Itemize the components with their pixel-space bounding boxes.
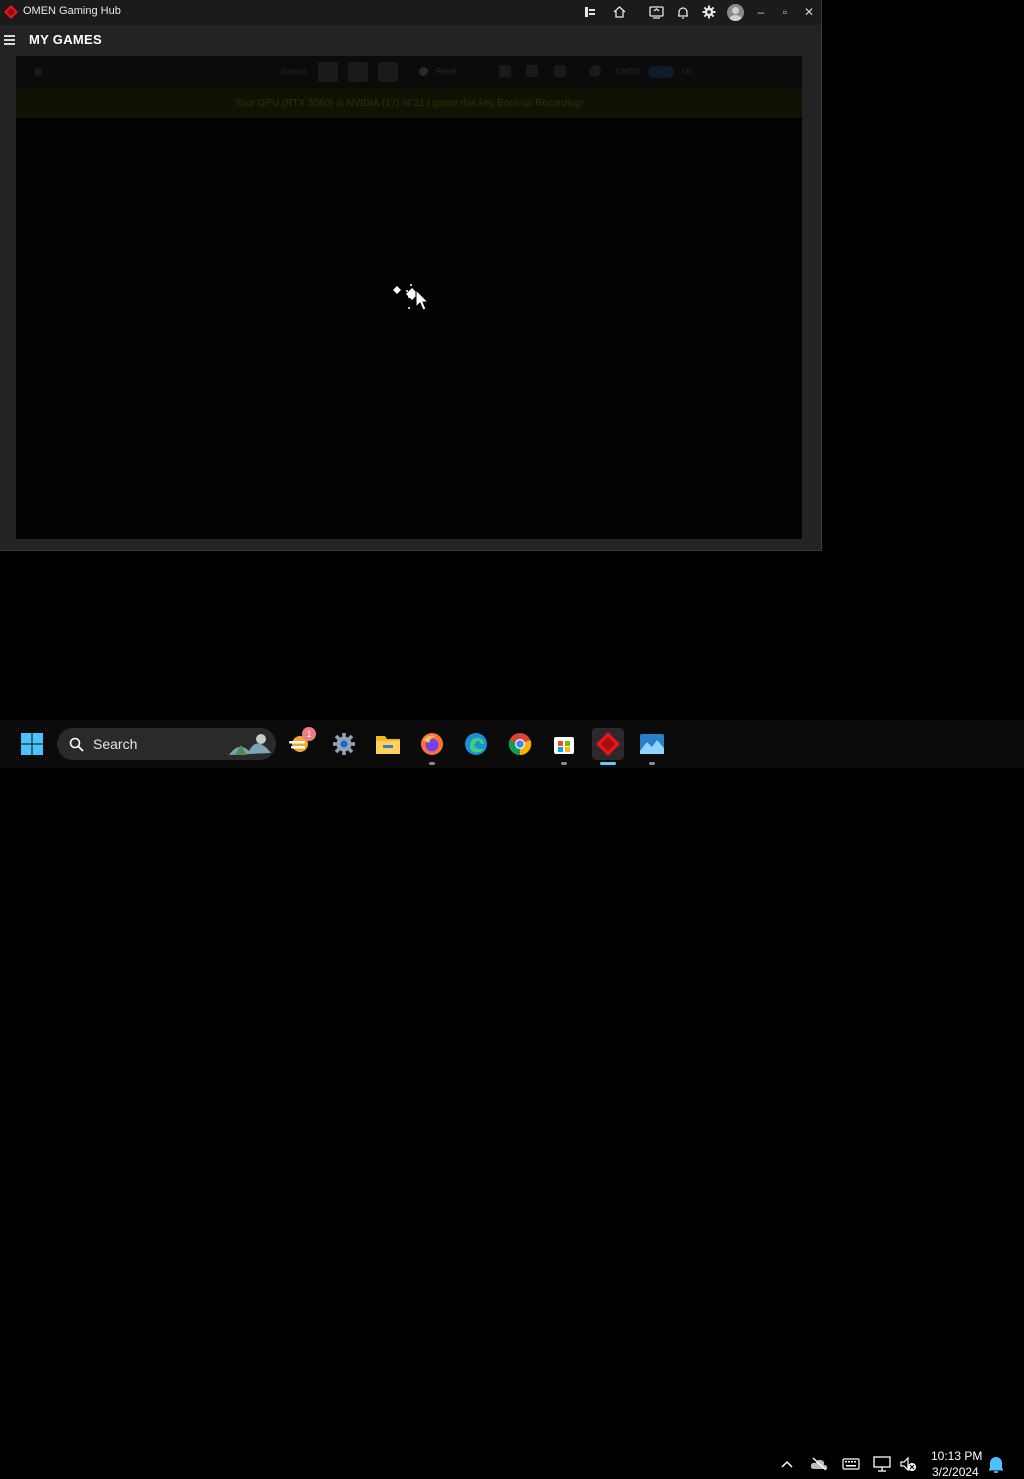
clock-date[interactable]: 3/2/2024 — [932, 1465, 979, 1479]
dim-dot — [419, 67, 428, 76]
edge-icon — [465, 733, 487, 755]
network-icon[interactable] — [872, 1454, 892, 1474]
firefox-icon — [421, 733, 443, 755]
bell-icon[interactable] — [673, 3, 693, 21]
dim-icon-2 — [526, 65, 538, 77]
folder-icon — [376, 736, 400, 754]
page-header: MY GAMES — [0, 25, 821, 55]
dim-icon-3 — [554, 65, 566, 77]
games-content-area: Games Reset OMEN On Your GPU (RTX 3060) … — [16, 56, 802, 539]
home-icon[interactable] — [609, 3, 629, 21]
search-input[interactable]: Search — [57, 728, 276, 760]
firefox-app[interactable] — [416, 728, 448, 765]
running-indicator — [561, 762, 567, 765]
dim-toggle — [648, 66, 674, 78]
dim-search-icon — [34, 68, 42, 76]
rewards-icon[interactable] — [646, 3, 666, 21]
widgets-notification-badge: 1 — [302, 727, 316, 741]
dim-button-3 — [378, 62, 398, 82]
onedrive-offline-icon[interactable] — [809, 1454, 829, 1474]
dim-button-2 — [348, 62, 368, 82]
dim-icon-1 — [499, 65, 511, 77]
dim-icon-4 — [589, 65, 601, 77]
omen-gaming-hub-window: OMEN Gaming Hub – ▫ ✕ MY GAMES Games Res… — [0, 0, 822, 551]
omen-icon — [596, 732, 620, 756]
photos-app[interactable] — [636, 728, 668, 765]
dim-label-omen: OMEN — [616, 67, 640, 76]
photos-icon — [640, 734, 664, 754]
search-placeholder: Search — [93, 736, 138, 752]
running-indicator — [649, 762, 655, 765]
minimize-button[interactable]: – — [750, 3, 772, 21]
dim-label-reset: Reset — [436, 67, 457, 76]
gear-icon[interactable] — [699, 3, 719, 21]
edge-app[interactable] — [460, 728, 492, 760]
avatar[interactable] — [727, 4, 744, 21]
search-icon — [69, 737, 84, 752]
notification-bell-icon[interactable] — [986, 1454, 1006, 1474]
file-explorer-app[interactable] — [372, 728, 404, 760]
notification-banner: Your GPU (RTX 3060) is NVIDIA (17) of 21… — [16, 88, 802, 118]
window-title: OMEN Gaming Hub — [23, 5, 121, 17]
loading-spinner-icon — [393, 284, 430, 311]
omen-logo-icon — [4, 5, 18, 19]
keyboard-icon[interactable] — [841, 1454, 861, 1474]
store-icon — [554, 737, 574, 754]
store-app[interactable] — [548, 728, 580, 765]
chrome-app[interactable] — [504, 728, 536, 760]
title-bar[interactable]: OMEN Gaming Hub – ▫ ✕ — [0, 0, 821, 25]
active-indicator — [600, 762, 616, 765]
close-button[interactable]: ✕ — [798, 3, 820, 21]
windows-logo-icon — [21, 733, 43, 755]
maximize-button[interactable]: ▫ — [774, 3, 796, 21]
volume-muted-icon[interactable] — [898, 1454, 918, 1474]
search-highlight-icon — [229, 734, 271, 755]
banner-text: Your GPU (RTX 3060) is NVIDIA (17) of 21… — [234, 97, 584, 109]
show-hidden-icons-chevron-icon[interactable] — [777, 1454, 797, 1474]
taskbar: Search 10:13 PM 3/2/2024 — [0, 720, 1024, 1479]
page-title: MY GAMES — [29, 32, 102, 47]
dim-label-games: Games — [281, 67, 307, 76]
hamburger-menu-icon[interactable] — [4, 35, 15, 45]
running-indicator — [429, 762, 435, 765]
clock-time[interactable]: 10:13 PM — [931, 1449, 982, 1463]
settings-app[interactable] — [328, 728, 360, 760]
omen-app[interactable] — [592, 728, 624, 765]
chrome-icon — [508, 733, 532, 756]
dimmed-toolbar: Games Reset OMEN On — [16, 56, 802, 88]
library-icon[interactable] — [580, 3, 600, 21]
dim-label-on: On — [682, 67, 693, 76]
settings-gear-icon — [333, 733, 355, 755]
start-button[interactable] — [16, 728, 48, 760]
dim-button-1 — [318, 62, 338, 82]
